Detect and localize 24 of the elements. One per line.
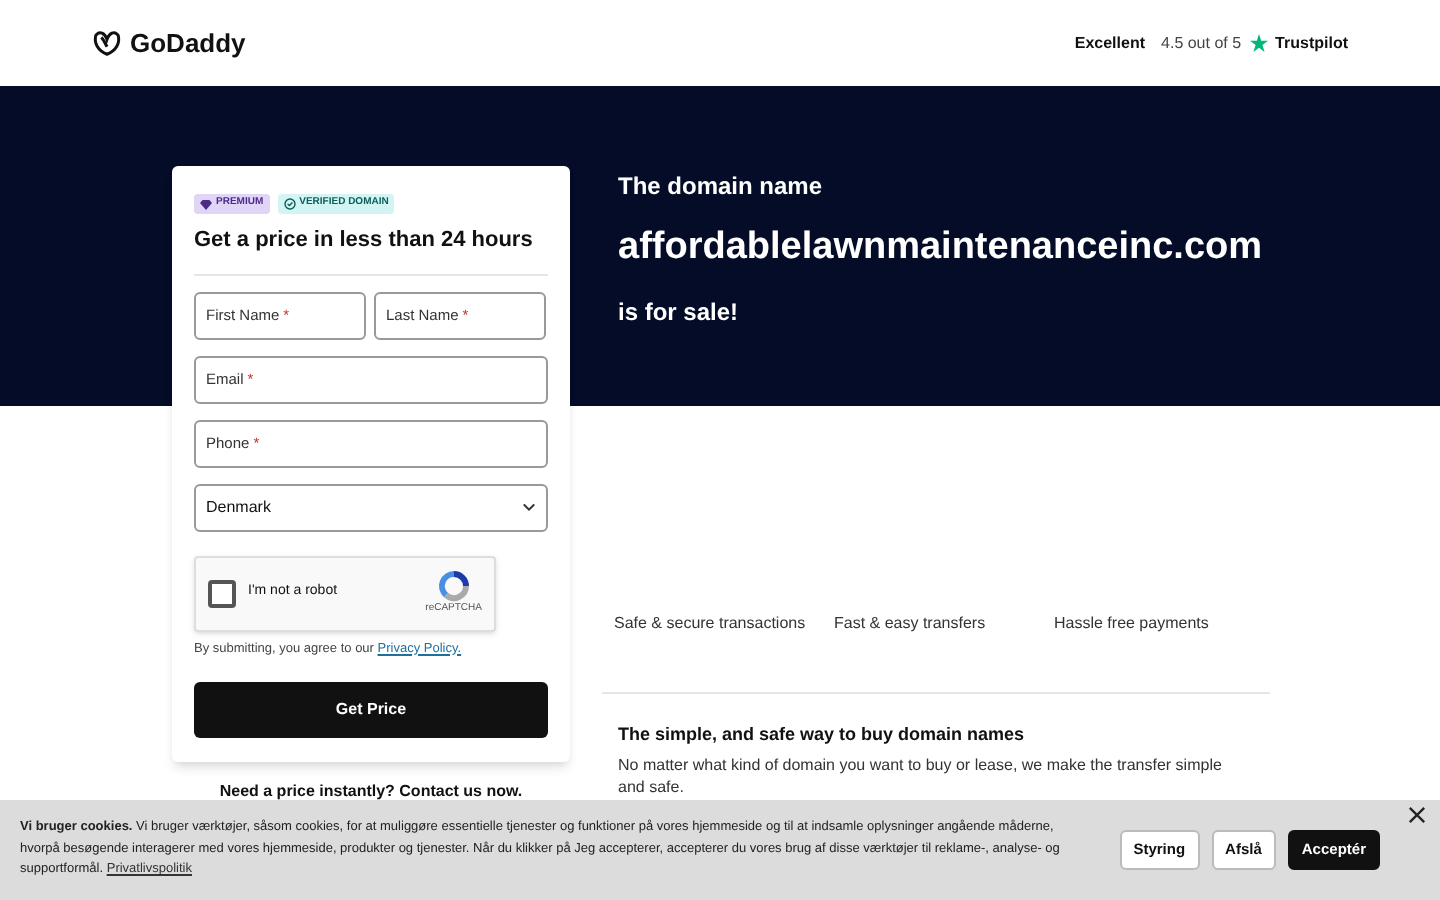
rating-label: Excellent [1074, 31, 1146, 55]
close-icon[interactable] [1408, 806, 1426, 824]
feature-text: Safe & secure transactions [614, 611, 808, 635]
rating-text: 4.5 out of 5 [1161, 31, 1242, 55]
recaptcha-icon [437, 569, 470, 602]
country-select[interactable]: Denmark [194, 483, 548, 531]
logo-text[interactable]: GoDaddy [130, 23, 246, 63]
captcha-checkbox[interactable] [208, 579, 236, 607]
logo-icon [92, 28, 122, 58]
star-icon [1249, 34, 1268, 52]
diamond-icon [200, 199, 212, 209]
feature-text: Fast & easy transfers [834, 611, 988, 635]
hero-intro: The domain name [618, 170, 825, 204]
info-title: The simple, and safe way to buy domain names [618, 721, 1027, 748]
contact-text: Need a price instantly? Contact us now. [217, 780, 525, 805]
domain-name: affordablelawnmaintenanceinc.com [618, 224, 1265, 272]
get-price-button[interactable]: Get Price [194, 682, 548, 739]
trustpilot-text: Trustpilot [1275, 31, 1348, 55]
check-circle-icon [283, 198, 296, 210]
chevron-down-icon [522, 502, 536, 512]
info-body: No matter what kind of domain you want to buy or lease, we make the transfer simple and safe. [618, 754, 1224, 798]
hero-outro: is for sale! [618, 295, 741, 329]
form-title: Get a price in less than 24 hours [194, 224, 548, 275]
feature-text: Hassle free payments [1054, 611, 1211, 635]
